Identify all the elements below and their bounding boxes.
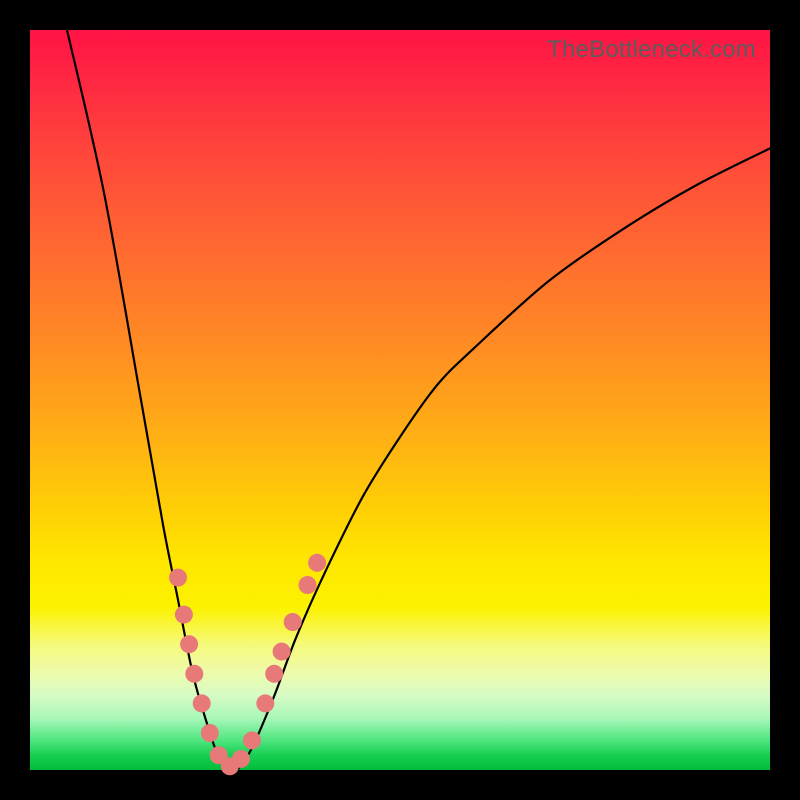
marker-point: [256, 694, 274, 712]
bottleneck-curve: [67, 30, 770, 772]
marker-group: [169, 554, 326, 776]
marker-point: [232, 750, 250, 768]
chart-frame: TheBottleneck.com: [0, 0, 800, 800]
marker-point: [308, 554, 326, 572]
marker-point: [193, 694, 211, 712]
marker-point: [299, 576, 317, 594]
marker-point: [180, 635, 198, 653]
marker-point: [169, 569, 187, 587]
marker-point: [284, 613, 302, 631]
marker-point: [273, 643, 291, 661]
curve-svg: [30, 30, 770, 770]
marker-point: [175, 606, 193, 624]
marker-point: [185, 665, 203, 683]
plot-area: TheBottleneck.com: [30, 30, 770, 770]
marker-point: [243, 731, 261, 749]
marker-point: [201, 724, 219, 742]
marker-point: [265, 665, 283, 683]
